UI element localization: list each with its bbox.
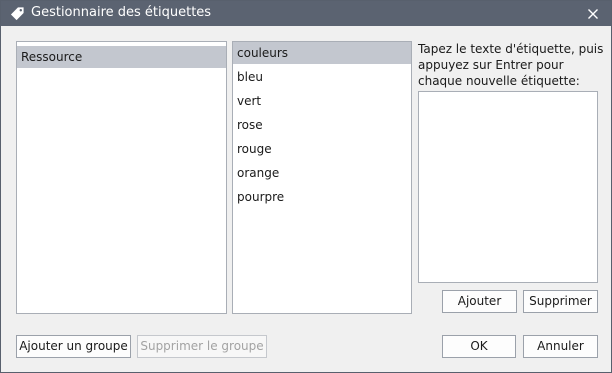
cancel-button[interactable]: Annuler bbox=[523, 335, 598, 358]
list-item-couleurs[interactable]: couleurs bbox=[233, 42, 411, 64]
list-item-bleu[interactable]: bleu bbox=[233, 66, 411, 88]
tag-manager-dialog: Gestionnaire des étiquettes Ressource co… bbox=[0, 0, 612, 373]
list-item-orange[interactable]: orange bbox=[233, 162, 411, 184]
list-item-rose[interactable]: rose bbox=[233, 114, 411, 136]
list-item-pourpre[interactable]: pourpre bbox=[233, 186, 411, 208]
ok-button[interactable]: OK bbox=[442, 335, 516, 358]
delete-group-button: Supprimer le groupe bbox=[137, 335, 267, 358]
add-group-button[interactable]: Ajouter un groupe bbox=[16, 335, 131, 358]
title-bar: Gestionnaire des étiquettes bbox=[1, 1, 611, 26]
list-item-rouge[interactable]: rouge bbox=[233, 138, 411, 160]
close-icon[interactable] bbox=[585, 6, 601, 22]
list-item-vert[interactable]: vert bbox=[233, 90, 411, 112]
list-item-ressource[interactable]: Ressource bbox=[17, 46, 226, 68]
tag-list[interactable]: couleurs bleu vert rose rouge orange pou… bbox=[232, 41, 412, 314]
delete-button[interactable]: Supprimer bbox=[523, 290, 598, 313]
tag-icon bbox=[10, 7, 24, 21]
tag-entry-textarea[interactable] bbox=[419, 92, 597, 282]
add-button[interactable]: Ajouter bbox=[442, 290, 517, 313]
window-title: Gestionnaire des étiquettes bbox=[31, 5, 212, 20]
resource-group-list[interactable]: Ressource bbox=[16, 41, 227, 314]
tag-entry-box bbox=[418, 91, 598, 283]
tag-entry-instructions: Tapez le texte d'étiquette, puis appuyez… bbox=[418, 42, 604, 88]
